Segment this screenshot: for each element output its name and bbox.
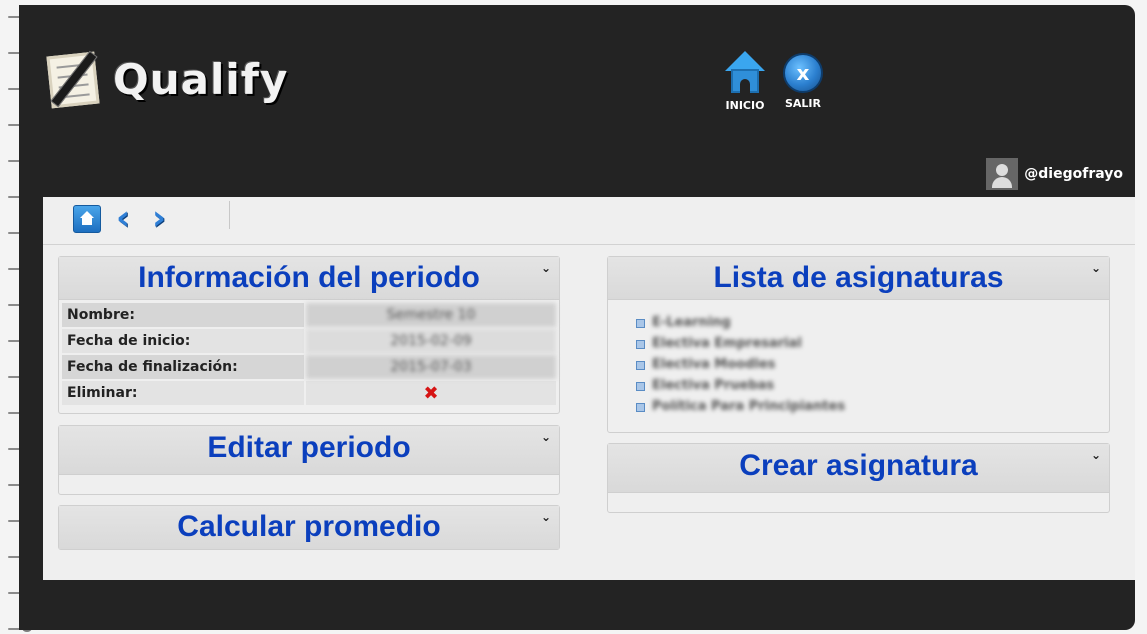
periodo-info-panel: Información del periodo ⌄ Nombre: Semest… — [58, 256, 560, 414]
crear-asignatura-header[interactable]: Crear asignatura ⌄ — [608, 444, 1109, 493]
bullet-icon — [636, 382, 645, 391]
toolbar-home-icon[interactable] — [73, 205, 101, 233]
chevron-down-icon[interactable]: ⌄ — [1091, 448, 1101, 462]
logo-text: Qualify — [113, 55, 289, 104]
asignaturas-title: Lista de asignaturas — [713, 261, 1004, 294]
asignaturas-header[interactable]: Lista de asignaturas ⌄ — [608, 257, 1109, 300]
row-label: Eliminar: — [62, 381, 304, 405]
nav-inicio-label: INICIO — [725, 99, 765, 112]
row-value: 2015-07-03 — [306, 355, 556, 379]
periodo-info-table: Nombre: Semestre 10 Fecha de inicio: 201… — [60, 301, 558, 407]
periodo-info-title: Información del periodo — [138, 261, 480, 294]
chevron-down-icon[interactable]: ⌄ — [541, 261, 551, 275]
app-logo[interactable]: Qualify — [46, 49, 299, 119]
chevron-down-icon[interactable]: ⌄ — [541, 510, 551, 524]
calcular-promedio-title: Calcular promedio — [177, 510, 441, 543]
row-value: 2015-02-09 — [306, 329, 556, 353]
user-avatar-icon — [986, 158, 1019, 190]
editar-periodo-title: Editar periodo — [207, 431, 411, 464]
username: @diegofrayo — [1024, 166, 1123, 182]
bullet-icon — [636, 319, 645, 328]
exit-icon: x — [783, 53, 823, 93]
calcular-promedio-header[interactable]: Calcular promedio ⌄ — [59, 506, 559, 549]
list-item[interactable]: Electiva Moodles — [636, 354, 1109, 375]
table-row: Fecha de inicio: 2015-02-09 — [62, 329, 556, 353]
user-menu[interactable]: @diegofrayo — [986, 157, 1123, 191]
crear-asignatura-panel: Crear asignatura ⌄ — [607, 443, 1110, 513]
nav-salir-button[interactable]: x SALIR — [773, 51, 833, 110]
row-value: Semestre 10 — [306, 303, 556, 327]
chevron-down-icon[interactable]: ⌄ — [1091, 261, 1101, 275]
asignaturas-list: E-Learning Electiva Empresarial Electiva… — [608, 300, 1109, 427]
nav-inicio-button[interactable]: INICIO — [715, 51, 775, 112]
chevron-left-icon[interactable]: ‹ — [111, 201, 135, 235]
chevron-down-icon[interactable]: ⌄ — [541, 430, 551, 444]
bullet-icon — [636, 361, 645, 370]
delete-icon[interactable]: ✖ — [306, 381, 556, 405]
table-row: Eliminar: ✖ — [62, 381, 556, 405]
calcular-promedio-panel: Calcular promedio ⌄ — [58, 505, 560, 550]
home-icon — [723, 51, 767, 97]
row-label: Fecha de inicio: — [62, 329, 304, 353]
toolbar: ‹ › — [43, 197, 1135, 245]
bullet-icon — [636, 340, 645, 349]
app-frame: Qualify INICIO x SALIR @diegofrayo ‹ › I… — [19, 5, 1135, 630]
main-content: ‹ › Información del periodo ⌄ Nombre: Se… — [43, 197, 1135, 580]
row-label: Fecha de finalización: — [62, 355, 304, 379]
list-item[interactable]: Electiva Pruebas — [636, 375, 1109, 396]
list-item[interactable]: Electiva Empresarial — [636, 333, 1109, 354]
bullet-icon — [636, 403, 645, 412]
crear-asignatura-title: Crear asignatura — [739, 449, 978, 482]
list-item[interactable]: Política Para Principiantes — [636, 396, 1109, 417]
editar-periodo-panel: Editar periodo ⌄ — [58, 425, 560, 495]
asignaturas-panel: Lista de asignaturas ⌄ E-Learning Electi… — [607, 256, 1110, 433]
table-row: Nombre: Semestre 10 — [62, 303, 556, 327]
nav-salir-label: SALIR — [784, 97, 821, 110]
list-item[interactable]: E-Learning — [636, 312, 1109, 333]
toolbar-divider — [229, 201, 230, 229]
periodo-info-header[interactable]: Información del periodo ⌄ — [59, 257, 559, 300]
editar-periodo-header[interactable]: Editar periodo ⌄ — [59, 426, 559, 475]
chevron-right-icon[interactable]: › — [147, 201, 171, 235]
row-label: Nombre: — [62, 303, 304, 327]
table-row: Fecha de finalización: 2015-07-03 — [62, 355, 556, 379]
